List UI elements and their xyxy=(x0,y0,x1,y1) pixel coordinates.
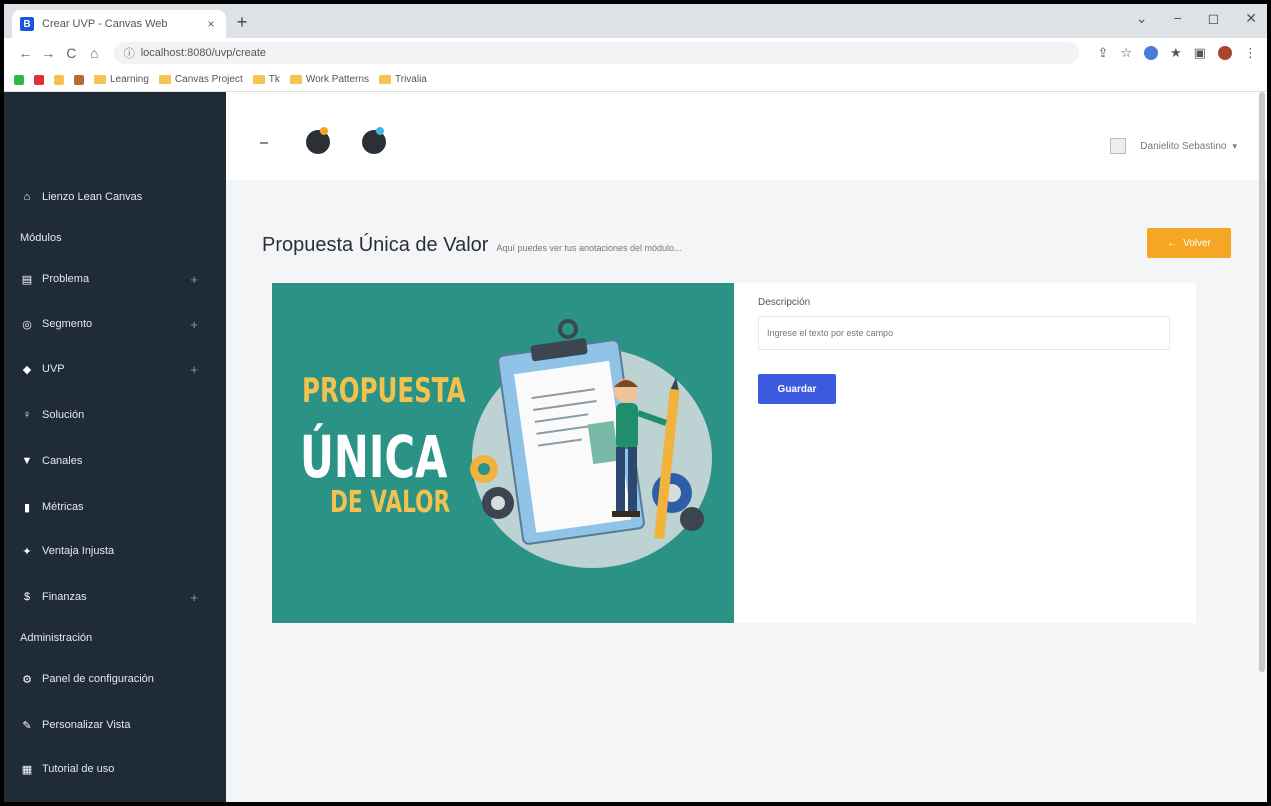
favicon-icon: B xyxy=(20,17,34,31)
sidepanel-icon[interactable]: ▣ xyxy=(1194,45,1206,61)
sidebar-item-problema[interactable]: ▤ Problema + xyxy=(20,272,210,287)
extension-icon[interactable] xyxy=(1144,46,1159,60)
scrollbar[interactable] xyxy=(1259,92,1265,672)
target-icon: ◎ xyxy=(22,318,32,331)
bar-chart-icon: ▮ xyxy=(23,501,31,514)
minimize-button[interactable]: − xyxy=(1173,10,1181,27)
sidebar-item-tutorial[interactable]: ▦ Tutorial de uso xyxy=(20,762,210,776)
folder-icon xyxy=(289,74,302,84)
close-window-button[interactable]: ✕ xyxy=(1245,10,1257,27)
extensions-area: ⇪ ☆ ★ ▣ ⋮ xyxy=(1097,45,1257,61)
uvp-card: PROPUESTA ÚNICA DE VALOR Descripción Ing… xyxy=(272,283,1196,623)
folder-icon xyxy=(158,74,171,84)
bookmark-icon[interactable] xyxy=(74,74,84,85)
star-person-icon: ✦ xyxy=(22,545,32,558)
uvp-form: Descripción Guardar xyxy=(758,297,1178,404)
book-icon: ▦ xyxy=(21,763,33,776)
url-text: localhost:8080/uvp/create xyxy=(140,47,267,59)
clipboard-icon: ▤ xyxy=(21,273,33,286)
uvp-banner-image: PROPUESTA ÚNICA DE VALOR xyxy=(272,283,734,623)
expand-icon[interactable]: + xyxy=(190,272,198,287)
notification-bomb-icon[interactable] xyxy=(306,127,330,154)
sidebar-item-ventaja-injusta[interactable]: ✦ Ventaja Injusta xyxy=(20,544,210,558)
extensions-puzzle-icon[interactable]: ★ xyxy=(1170,45,1182,61)
expand-icon[interactable]: + xyxy=(190,590,198,605)
save-button[interactable]: Guardar xyxy=(758,374,836,404)
diamond-icon: ◆ xyxy=(22,363,32,376)
cart-icon: ▼ xyxy=(21,455,33,467)
bookmark-icon[interactable] xyxy=(54,74,64,85)
description-input[interactable] xyxy=(758,316,1170,350)
menu-kebab-icon[interactable]: ⋮ xyxy=(1244,45,1257,61)
user-menu[interactable]: Danielito Sebastino ▾ xyxy=(1110,138,1237,154)
page-subtitle: Aquí puedes ver tus anotaciones del módu… xyxy=(496,243,682,253)
forward-icon[interactable]: → xyxy=(37,45,60,61)
tab-bar: B Crear UVP - Canvas Web × + ⌄ − ◻ ✕ xyxy=(4,4,1267,38)
share-icon[interactable]: ⇪ xyxy=(1097,45,1108,61)
folder-icon xyxy=(252,74,265,84)
maximize-button[interactable]: ◻ xyxy=(1208,10,1220,27)
bookmark-folder[interactable]: Work Patterns xyxy=(289,74,369,85)
sidebar-item-canales[interactable]: ▼ Canales xyxy=(20,454,210,468)
clipboard-illustration xyxy=(470,319,712,568)
browser-tab[interactable]: B Crear UVP - Canvas Web × xyxy=(12,10,226,38)
bookmark-folder[interactable]: Canvas Project xyxy=(158,74,243,85)
folder-icon xyxy=(94,74,106,84)
expand-icon[interactable]: + xyxy=(190,317,198,332)
page-heading: Propuesta Única de Valor Aquí puedes ver… xyxy=(262,234,682,257)
profile-avatar-icon[interactable] xyxy=(1217,46,1232,60)
sidebar-item-finanzas[interactable]: $ Finanzas + xyxy=(20,590,210,605)
url-input[interactable]: ⓘ localhost:8080/uvp/create xyxy=(113,42,1080,64)
home-icon: ⌂ xyxy=(23,191,31,203)
notification-bomb-icon[interactable] xyxy=(362,127,386,154)
sidebar-item-segmento[interactable]: ◎ Segmento + xyxy=(20,317,210,332)
edit-icon: ✎ xyxy=(22,719,32,732)
address-bar-row: ← → C ⌂ ⓘ localhost:8080/uvp/create ⇪ ☆ … xyxy=(4,38,1267,68)
bookmark-folder[interactable]: Learning xyxy=(94,74,149,85)
folder-icon xyxy=(379,74,392,84)
sidebar-item-solucion[interactable]: ♀ Solución xyxy=(20,408,210,422)
bookmark-folder[interactable]: Tk xyxy=(252,74,280,85)
browser-window: B Crear UVP - Canvas Web × + ⌄ − ◻ ✕ ← →… xyxy=(4,4,1267,802)
back-button[interactable]: ← Volver xyxy=(1147,228,1231,258)
page-title: Propuesta Única de Valor xyxy=(262,234,489,256)
tab-title: Crear UVP - Canvas Web xyxy=(42,18,168,30)
back-icon[interactable]: ← xyxy=(14,45,37,61)
expand-icon[interactable]: + xyxy=(190,362,198,377)
sidebar-item-metricas[interactable]: ▮ Métricas xyxy=(20,500,210,514)
main-content: Danielito Sebastino ▾ Propuesta Única de… xyxy=(226,92,1267,802)
bookmark-folder[interactable]: Trivalia xyxy=(379,74,427,85)
sidebar-item-panel-configuracion[interactable]: ⚙ Panel de configuración xyxy=(20,672,210,686)
home-icon[interactable]: ⌂ xyxy=(83,45,106,61)
sidebar-section-modules: Módulos xyxy=(20,232,62,244)
youtube-bookmark-icon[interactable] xyxy=(34,74,44,85)
chevron-down-icon: ▾ xyxy=(1232,140,1237,151)
close-tab-icon[interactable]: × xyxy=(204,17,218,31)
sidebar-item-uvp[interactable]: ◆ UVP + xyxy=(20,362,210,377)
user-name: Danielito Sebastino xyxy=(1140,140,1227,152)
new-tab-button[interactable]: + xyxy=(232,12,252,33)
sidebar: ⌂ Lienzo Lean Canvas Módulos ▤ Problema … xyxy=(4,92,226,802)
avatar xyxy=(1110,138,1127,154)
description-label: Descripción xyxy=(758,297,811,308)
tab-search-icon[interactable]: ⌄ xyxy=(1136,10,1148,27)
info-icon[interactable]: ⓘ xyxy=(124,45,135,61)
window-controls: ⌄ − ◻ ✕ xyxy=(1136,10,1257,27)
top-navbar: Danielito Sebastino ▾ xyxy=(226,92,1267,180)
bulb-icon: ♀ xyxy=(22,409,32,421)
sidebar-brand[interactable]: ⌂ Lienzo Lean Canvas xyxy=(20,190,210,204)
arrow-left-icon: ← xyxy=(1167,237,1178,249)
app-bookmark-icon[interactable] xyxy=(14,74,24,85)
gear-icon: ⚙ xyxy=(22,673,32,686)
money-icon: $ xyxy=(23,591,31,603)
bookmarks-bar: Learning Canvas Project Tk Work Patterns… xyxy=(4,68,1267,92)
menu-toggle-icon[interactable] xyxy=(260,142,268,144)
bookmark-star-icon[interactable]: ☆ xyxy=(1120,45,1132,61)
reload-icon[interactable]: C xyxy=(60,45,83,61)
sidebar-section-admin: Administración xyxy=(20,632,93,644)
sidebar-item-personalizar-vista[interactable]: ✎ Personalizar Vista xyxy=(20,718,210,732)
